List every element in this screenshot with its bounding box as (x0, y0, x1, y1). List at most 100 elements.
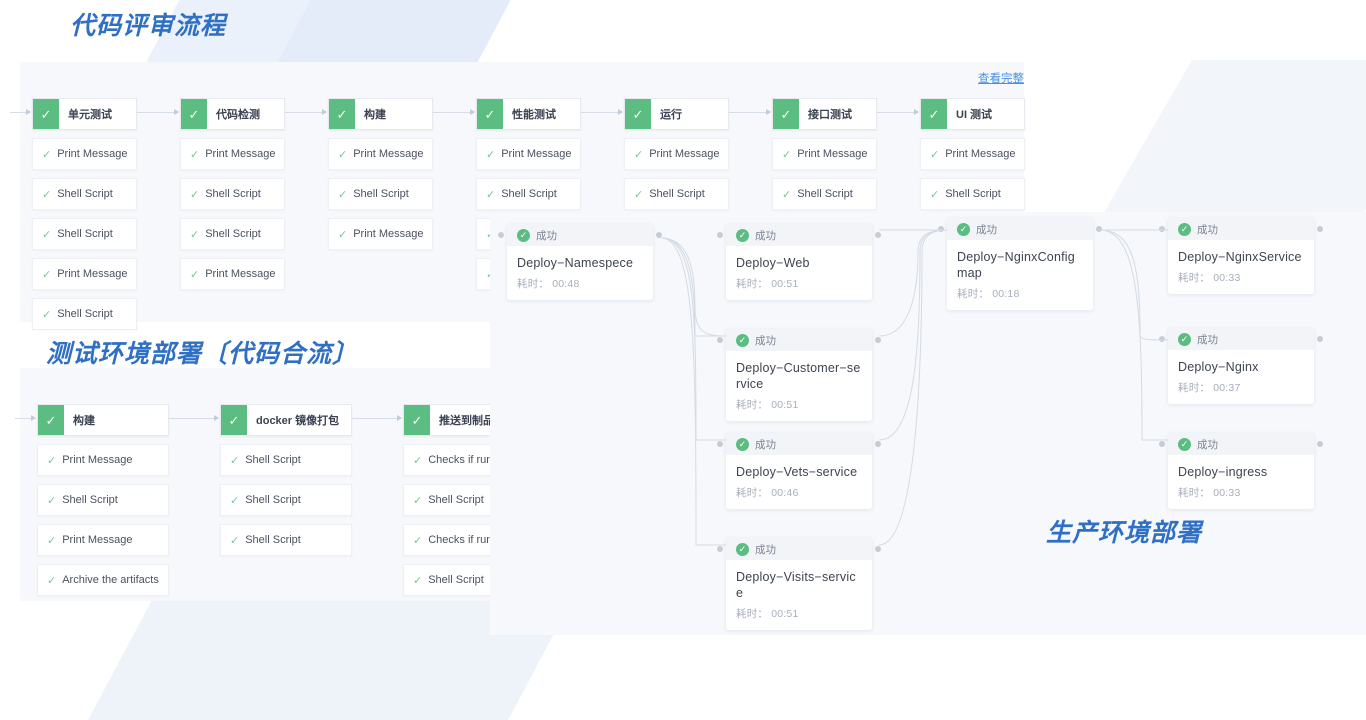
pipeline-step[interactable]: ✓ Print Message (180, 138, 285, 170)
stage-success-check-icon: ✓ (329, 99, 355, 129)
step-label: Print Message (62, 454, 133, 466)
pipeline-step[interactable]: ✓ Print Message (624, 138, 729, 170)
pipeline-step[interactable]: ✓ Print Message (37, 524, 169, 556)
stage-connector-arrow (729, 109, 771, 115)
step-check-icon: ✓ (47, 454, 57, 467)
pipeline-step[interactable]: ✓ Shell Script (476, 178, 581, 210)
step-check-icon: ✓ (190, 148, 200, 161)
step-check-icon: ✓ (413, 534, 423, 547)
stage-header[interactable]: ✓ 运行 (624, 98, 729, 130)
pipeline-step[interactable]: ✓ Print Message (180, 258, 285, 290)
pipeline-step[interactable]: ✓ Shell Script (32, 178, 137, 210)
stage-name-label: 代码检测 (216, 109, 260, 121)
stage-success-check-icon: ✓ (477, 99, 503, 129)
stage-connector-arrow (137, 109, 179, 115)
step-check-icon: ✓ (230, 454, 240, 467)
stage-name-label: UI 测试 (956, 109, 993, 121)
stage-connector-arrow (581, 109, 623, 115)
heading-production-environment-deploy: 生产环境部署 (1046, 519, 1203, 547)
step-check-icon: ✓ (413, 494, 423, 507)
stage-header[interactable]: ✓ 构建 (328, 98, 433, 130)
step-check-icon: ✓ (230, 494, 240, 507)
view-full-pipeline-link[interactable]: 查看完整 (978, 70, 1024, 86)
step-label: Shell Script (57, 228, 113, 240)
pipeline-step[interactable]: ✓ Shell Script (220, 444, 352, 476)
step-label: Print Message (62, 534, 133, 546)
step-label: Print Message (205, 148, 276, 160)
stage-header[interactable]: ✓ 接口测试 (772, 98, 877, 130)
pipeline-step[interactable]: ✓ Print Message (32, 138, 137, 170)
stage-connector-arrow (15, 415, 36, 421)
pipeline-step[interactable]: ✓ Shell Script (772, 178, 877, 210)
step-label: Print Message (205, 268, 276, 280)
stage-name-label: 构建 (364, 109, 386, 121)
pipeline-step[interactable]: ✓ Shell Script (180, 218, 285, 250)
step-check-icon: ✓ (47, 574, 57, 587)
production-deploy-panel: ✓ 成功 Deploy−Namespece 耗时： 00:48 ✓ 成功 Deploy−We… (490, 212, 1366, 635)
pipeline-step[interactable]: ✓ Shell Script (920, 178, 1025, 210)
step-label: Shell Script (945, 188, 1001, 200)
stage-header[interactable]: ✓ 构建 (37, 404, 169, 436)
stage-name-label: 运行 (660, 109, 682, 121)
pipeline-step[interactable]: ✓ Shell Script (180, 178, 285, 210)
heading-test-environment-deploy: 测试环境部署〔代码合流〕 (46, 340, 359, 368)
pipeline-step[interactable]: ✓ Print Message (328, 218, 433, 250)
step-label: Shell Script (428, 574, 484, 586)
step-label: Print Message (501, 148, 572, 160)
stage-connector-arrow (10, 109, 31, 115)
step-label: Archive the artifacts (62, 574, 159, 586)
pipeline-step[interactable]: ✓ Print Message (328, 138, 433, 170)
step-check-icon: ✓ (930, 148, 940, 161)
stage-header[interactable]: ✓ 单元测试 (32, 98, 137, 130)
pipeline-step[interactable]: ✓ Shell Script (37, 484, 169, 516)
stage-column: ✓ 单元测试 ✓ Print Message ✓ Shell Script ✓ Shell S… (32, 98, 137, 330)
pipeline-step[interactable]: ✓ Shell Script (624, 178, 729, 210)
step-label: Shell Script (353, 188, 409, 200)
stage-header[interactable]: ✓ docker 镜像打包 (220, 404, 352, 436)
stage-column: ✓ 构建 ✓ Print Message ✓ Shell Script ✓ Print Mes… (328, 98, 433, 250)
step-label: Shell Script (649, 188, 705, 200)
pipeline-step[interactable]: ✓ Shell Script (32, 298, 137, 330)
pipeline-step[interactable]: ✓ Shell Script (220, 484, 352, 516)
step-check-icon: ✓ (338, 148, 348, 161)
stage-header[interactable]: ✓ 性能测试 (476, 98, 581, 130)
step-label: Shell Script (245, 534, 301, 546)
step-label: Print Message (353, 148, 424, 160)
step-check-icon: ✓ (413, 574, 423, 587)
pipeline-step[interactable]: ✓ Archive the artifacts (37, 564, 169, 596)
step-label: Checks if run (428, 454, 493, 466)
stage-header[interactable]: ✓ 代码检测 (180, 98, 285, 130)
stage-connector-arrow (285, 109, 327, 115)
step-label: Shell Script (501, 188, 557, 200)
step-label: Print Message (649, 148, 720, 160)
step-check-icon: ✓ (486, 148, 496, 161)
step-check-icon: ✓ (230, 534, 240, 547)
stage-success-check-icon: ✓ (221, 405, 247, 435)
step-check-icon: ✓ (42, 228, 52, 241)
step-check-icon: ✓ (47, 494, 57, 507)
stage-connector-arrow (433, 109, 475, 115)
pipeline-step[interactable]: ✓ Shell Script (32, 218, 137, 250)
stage-header[interactable]: ✓ UI 测试 (920, 98, 1025, 130)
step-check-icon: ✓ (782, 188, 792, 201)
pipeline-step[interactable]: ✓ Print Message (37, 444, 169, 476)
pipeline-step[interactable]: ✓ Shell Script (220, 524, 352, 556)
pipeline-step[interactable]: ✓ Print Message (920, 138, 1025, 170)
step-label: Checks if run (428, 534, 493, 546)
stage-column: ✓ 构建 ✓ Print Message ✓ Shell Script ✓ Print Mes… (37, 404, 169, 596)
step-check-icon: ✓ (782, 148, 792, 161)
stage-column: ✓ 代码检测 ✓ Print Message ✓ Shell Script ✓ Shell S… (180, 98, 285, 290)
step-check-icon: ✓ (42, 308, 52, 321)
pipeline-step[interactable]: ✓ Shell Script (328, 178, 433, 210)
pipeline-step[interactable]: ✓ Print Message (476, 138, 581, 170)
heading-code-review: 代码评审流程 (70, 12, 227, 40)
step-check-icon: ✓ (42, 148, 52, 161)
step-label: Shell Script (62, 494, 118, 506)
pipeline-step[interactable]: ✓ Print Message (32, 258, 137, 290)
step-label: Shell Script (797, 188, 853, 200)
pipeline-step[interactable]: ✓ Print Message (772, 138, 877, 170)
step-label: Print Message (797, 148, 868, 160)
step-label: Print Message (945, 148, 1016, 160)
stage-name-label: docker 镜像打包 (256, 415, 340, 427)
production-deploy-wires (660, 229, 1169, 546)
